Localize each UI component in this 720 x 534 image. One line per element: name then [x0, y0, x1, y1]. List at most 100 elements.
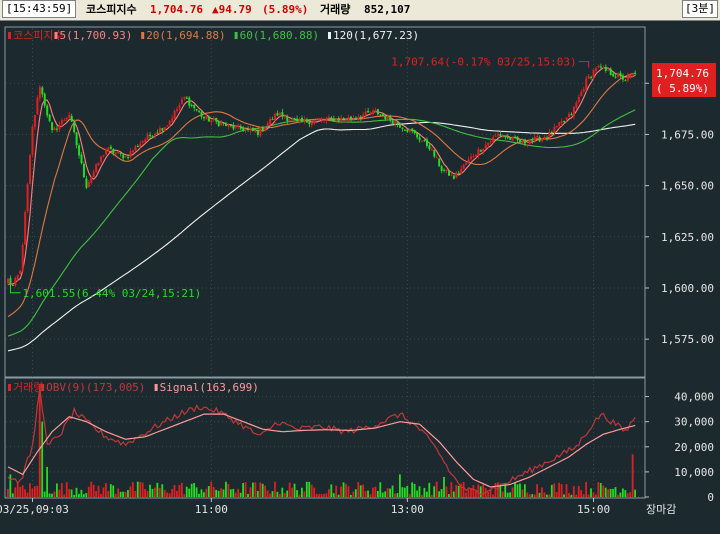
candle-body: [492, 137, 495, 143]
volume-bar: [629, 492, 632, 497]
volume-bar: [572, 486, 575, 497]
legend-swatch: [8, 384, 11, 391]
volume-bar: [46, 466, 48, 497]
candle-body: [575, 102, 578, 108]
volume-bar: [166, 492, 169, 497]
volume-bar: [117, 488, 120, 497]
volume-value: 852,107: [364, 3, 411, 16]
candle-body: [484, 144, 487, 149]
volume-bar: [7, 488, 9, 497]
volume-bar: [381, 492, 384, 497]
volume-bar: [492, 494, 494, 497]
volume-bar: [286, 490, 289, 497]
candle-body: [293, 118, 296, 120]
candle-body: [443, 169, 446, 171]
candle-body: [114, 152, 117, 155]
volume-bar: [342, 482, 345, 497]
volume-bar: [590, 488, 592, 497]
candle-body: [247, 129, 250, 131]
volume-bar: [553, 483, 556, 497]
period-button[interactable]: [3분]: [682, 0, 718, 18]
volume-bar: [327, 489, 330, 497]
chart-area[interactable]: 1,707.64(-0.17% 03/25,15:03) 1,601.55(6.4…: [0, 21, 720, 534]
candle-body: [433, 150, 436, 157]
volume-bar: [78, 493, 80, 497]
volume-bar: [347, 486, 350, 497]
candle-body: [127, 157, 130, 159]
candle-body: [582, 89, 585, 92]
volume-bar: [612, 489, 614, 497]
volume-bar: [119, 491, 122, 497]
volume-bar: [597, 482, 600, 497]
last-price-percent: ( 5.89%): [656, 82, 709, 95]
candle-body: [220, 122, 223, 126]
volume-bar: [560, 484, 563, 497]
price-tick-label: 1,600.00: [661, 282, 714, 295]
candle-body: [252, 127, 254, 131]
volume-bar: [139, 481, 142, 497]
candle-body: [176, 109, 179, 112]
index-name: 코스피지수: [86, 3, 137, 16]
candle-body: [394, 121, 397, 125]
legend-swatch: [8, 32, 11, 39]
candle-body: [489, 141, 492, 143]
candle-body: [626, 75, 629, 81]
candle-body: [80, 154, 83, 164]
volume-bar: [634, 489, 636, 497]
candle-body: [97, 162, 100, 166]
candle-body: [614, 76, 617, 78]
volume-bar: [455, 485, 458, 497]
volume-bar: [56, 483, 58, 497]
candle-body: [48, 114, 51, 122]
volume-bar: [283, 493, 286, 497]
candle-body: [78, 145, 81, 156]
volume-bar: [19, 486, 22, 497]
candle-body: [602, 67, 605, 69]
candle-body: [234, 125, 237, 128]
volume-bar: [127, 490, 129, 497]
candle-body: [303, 119, 306, 123]
volume-tick-label: 30,000: [674, 416, 714, 429]
legend-label: 5(1,700.93): [60, 29, 133, 42]
volume-bar: [65, 482, 68, 497]
candle-body: [60, 120, 63, 125]
candle-body: [440, 166, 443, 171]
volume-bar: [122, 491, 124, 497]
candle-body: [264, 127, 267, 131]
candle-body: [107, 147, 110, 151]
candle-body: [318, 119, 321, 121]
candle-body: [452, 175, 455, 179]
candle-body: [269, 119, 272, 125]
candle-body: [384, 115, 387, 120]
volume-bar: [482, 484, 485, 497]
volume-bar: [323, 493, 325, 497]
volume-tick-label: 0: [707, 491, 714, 504]
volume-bar: [296, 490, 298, 497]
clock-display: [15:43:59]: [2, 0, 77, 18]
candle-body: [494, 135, 497, 137]
candle-body: [599, 66, 602, 68]
volume-bar: [577, 486, 580, 497]
volume-bar: [68, 488, 71, 497]
time-tick-label: 15:00: [577, 503, 610, 516]
volume-bar: [418, 486, 421, 497]
volume-bar: [36, 485, 39, 497]
candle-body: [386, 115, 389, 119]
candle-body: [369, 113, 372, 115]
volume-bar: [617, 494, 619, 497]
price-change: ▲94.79: [212, 3, 252, 16]
candle-body: [259, 127, 262, 136]
volume-bar: [357, 481, 360, 497]
volume-bar: [511, 487, 514, 497]
volume-bar: [457, 485, 460, 497]
candle-body: [327, 117, 330, 119]
price-tick-label: 1,675.00: [661, 128, 714, 141]
candle-body: [286, 117, 289, 122]
volume-bar: [384, 491, 387, 497]
candle-body: [607, 69, 610, 71]
volume-bar: [242, 483, 244, 497]
volume-bar: [252, 482, 254, 497]
volume-bar: [247, 493, 249, 497]
volume-bar: [281, 487, 284, 497]
candle-body: [242, 127, 245, 132]
